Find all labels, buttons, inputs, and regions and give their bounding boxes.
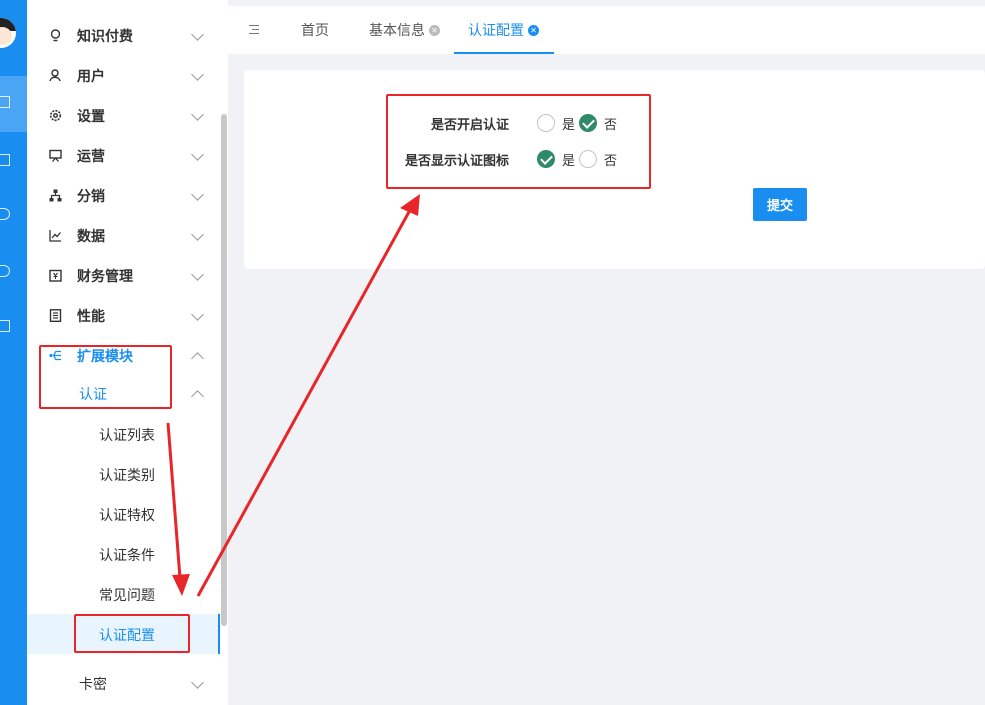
sidebar-subitem-faq[interactable]: 常见问题 xyxy=(27,574,220,614)
annotation-box-form xyxy=(386,94,651,189)
sidebar-item-distribution[interactable]: 分销 xyxy=(27,176,220,216)
tab-label: 首页 xyxy=(301,23,329,39)
monitor-icon[interactable] xyxy=(0,96,10,108)
close-icon[interactable]: ✕ xyxy=(429,24,440,36)
chevron-down-icon xyxy=(191,676,204,689)
annotation-box-menu xyxy=(39,345,172,409)
tab-label: 认证配置 xyxy=(468,23,524,39)
line-chart-icon xyxy=(49,230,61,242)
submit-button[interactable]: 提交 xyxy=(753,188,807,221)
presentation-icon xyxy=(49,149,62,162)
sidebar-subitem-cert-list[interactable]: 认证列表 xyxy=(27,414,220,454)
chevron-down-icon xyxy=(191,28,204,41)
sidebar-subitem-cert-condition[interactable]: 认证条件 xyxy=(27,534,220,574)
sidebar-subitem-label: 认证特权 xyxy=(99,508,155,524)
sidebar-subitem-cert-privilege[interactable]: 认证特权 xyxy=(27,494,220,534)
org-chart-icon xyxy=(49,189,62,202)
collapse-menu-icon[interactable] xyxy=(245,24,259,36)
tab-cert-config[interactable]: 认证配置 ✕ xyxy=(468,20,539,40)
chevron-down-icon xyxy=(191,68,204,81)
sidebar-item-settings[interactable]: 设置 xyxy=(27,96,220,136)
tab-home[interactable]: 首页 xyxy=(301,20,329,40)
chevron-down-icon xyxy=(191,308,204,321)
sidebar-item-label: 用户 xyxy=(77,69,105,85)
sidebar-item-operations[interactable]: 运营 xyxy=(27,136,220,176)
cloud-icon[interactable] xyxy=(0,265,10,277)
tab-bar: 首页 基本信息 ✕ 认证配置 ✕ xyxy=(228,6,985,54)
document-icon xyxy=(49,309,62,322)
lightbulb-icon xyxy=(50,29,61,42)
tab-label: 基本信息 xyxy=(369,23,425,39)
sidebar-item-label: 财务管理 xyxy=(77,269,133,285)
close-icon[interactable]: ✕ xyxy=(528,24,539,36)
annotation-box-subitem xyxy=(74,614,190,653)
chevron-down-icon xyxy=(191,268,204,281)
apps-icon[interactable] xyxy=(0,154,10,166)
tab-basic-info[interactable]: 基本信息 ✕ xyxy=(369,20,440,40)
icon-rail xyxy=(0,0,27,705)
sidebar-subitem-label: 常见问题 xyxy=(99,588,155,604)
chevron-up-icon xyxy=(191,390,204,403)
chevron-up-icon xyxy=(191,352,204,365)
sidebar-item-label: 数据 xyxy=(77,229,105,245)
sidebar-subitem-label: 认证类别 xyxy=(99,468,155,484)
globe-icon[interactable] xyxy=(0,208,10,220)
sidebar-item-performance[interactable]: 性能 xyxy=(27,296,220,336)
sidebar-item-label: 运营 xyxy=(77,149,105,165)
sidebar-item-label: 卡密 xyxy=(79,677,107,693)
chevron-down-icon xyxy=(191,228,204,241)
sidebar-scrollbar-thumb[interactable] xyxy=(221,114,227,626)
sidebar-item-knowledge-pay[interactable]: 知识付费 xyxy=(27,16,220,56)
sidebar-item-label: 性能 xyxy=(77,309,105,325)
gear-icon xyxy=(49,109,62,122)
shield-icon[interactable] xyxy=(0,320,10,332)
sidebar-item-label: 分销 xyxy=(77,189,105,205)
active-tab-indicator xyxy=(454,52,554,54)
sidebar-item-users[interactable]: 用户 xyxy=(27,56,220,96)
sidebar-subitem-label: 认证条件 xyxy=(99,548,155,564)
sidebar-item-finance[interactable]: 财务管理 xyxy=(27,256,220,296)
sidebar-item-card-code[interactable]: 卡密 xyxy=(27,664,220,704)
chevron-down-icon xyxy=(191,108,204,121)
user-icon xyxy=(49,69,61,82)
chevron-down-icon xyxy=(191,188,204,201)
sidebar-item-label: 知识付费 xyxy=(77,29,133,45)
sidebar-subitem-cert-category[interactable]: 认证类别 xyxy=(27,454,220,494)
finance-icon xyxy=(49,269,62,282)
sidebar-item-label: 设置 xyxy=(77,109,105,125)
sidebar-item-data[interactable]: 数据 xyxy=(27,216,220,256)
sidebar-subitem-label: 认证列表 xyxy=(99,428,155,444)
chevron-down-icon xyxy=(191,148,204,161)
avatar[interactable] xyxy=(0,18,16,48)
